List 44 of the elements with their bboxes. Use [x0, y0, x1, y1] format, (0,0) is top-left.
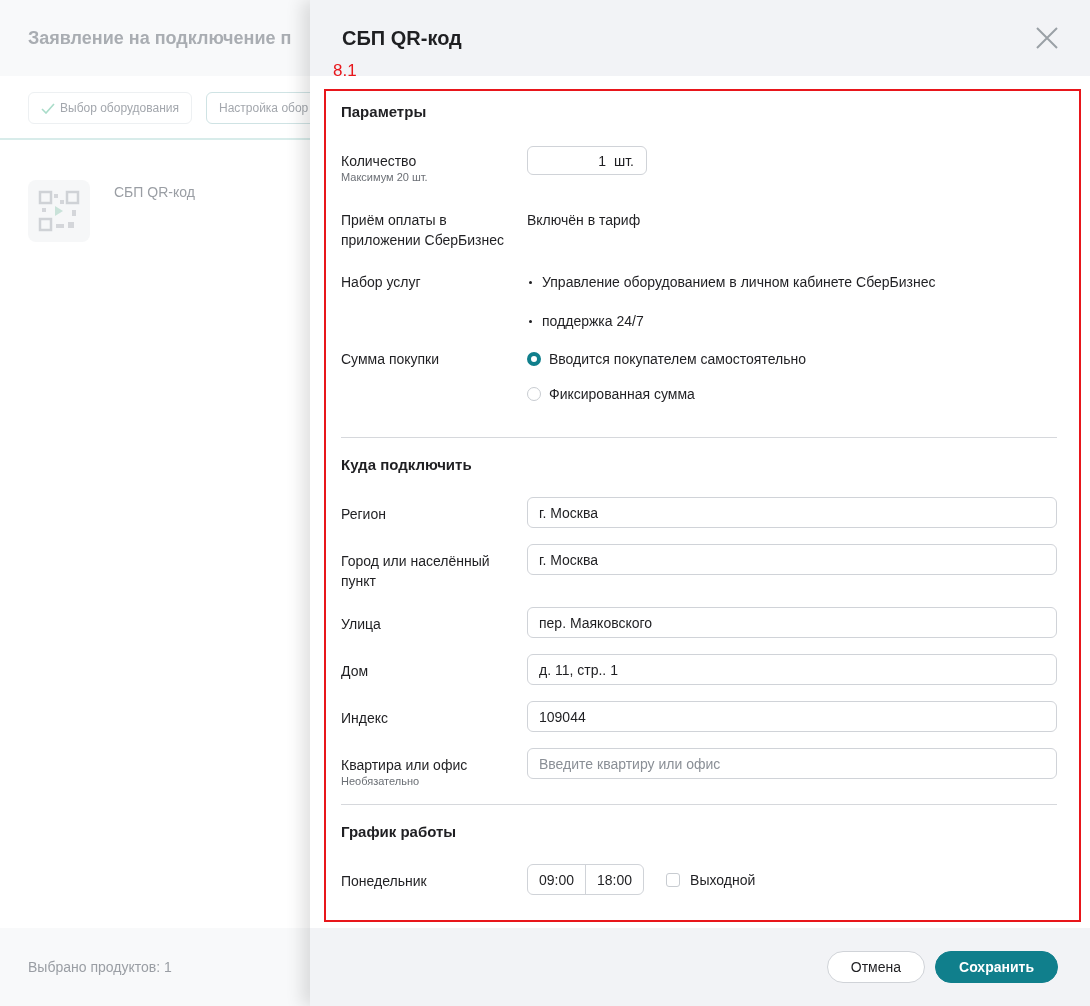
field-label: Регион — [341, 505, 387, 524]
field-label: Город или населённый пункт — [341, 552, 491, 591]
selected-count: Выбрано продуктов: 1 — [28, 959, 172, 975]
qr-code-icon — [28, 180, 90, 242]
service-item: Управление оборудованием в личном кабинете СберБизнес — [542, 274, 936, 290]
section-title: Параметры — [341, 103, 428, 120]
field-label: Сумма покупки — [341, 350, 441, 369]
close-icon[interactable] — [1036, 27, 1058, 49]
input-field[interactable]: д. 11, стр.. 1 — [527, 654, 1057, 685]
input-field[interactable]: г. Москва — [527, 544, 1057, 575]
page-title: Заявление на подключение п — [28, 27, 292, 49]
field-label: Понедельник — [341, 872, 428, 891]
annotation-label: 8.1 — [333, 61, 357, 81]
service-item: поддержка 24/7 — [542, 313, 644, 329]
save-button[interactable]: Сохранить — [935, 951, 1058, 983]
field-value: Включён в тариф — [527, 212, 641, 228]
field-label: Улица — [341, 615, 382, 634]
input-field[interactable]: г. Москва — [527, 497, 1057, 528]
drawer-title: СБП QR-код — [342, 26, 462, 50]
checkbox-label: Выходной — [690, 871, 756, 888]
bullet-icon — [529, 319, 532, 323]
radio-label: Фиксированная сумма — [549, 386, 695, 402]
field-label: Индекс — [341, 709, 390, 728]
field-hint: Максимум 20 шт. — [341, 171, 429, 184]
radio-button[interactable] — [527, 352, 541, 366]
field-label: Квартира или офис — [341, 756, 469, 775]
time-range-field[interactable]: 09:00 18:00 — [527, 864, 645, 895]
radio-label: Вводится покупателем самостоятельно — [549, 351, 806, 367]
bullet-icon — [529, 280, 532, 284]
input-field[interactable]: пер. Маяковского — [527, 607, 1057, 638]
field-label: Дом — [341, 662, 370, 681]
field-label: Приём оплаты в приложении СберБизнес — [341, 211, 506, 250]
checkbox[interactable] — [666, 872, 681, 887]
check-icon — [41, 102, 55, 114]
input-field[interactable]: 109044 — [527, 701, 1057, 732]
input-field[interactable]: Введите квартиру или офис — [527, 748, 1057, 779]
field-label: Количество — [341, 152, 418, 171]
section-title: Куда подключить — [341, 456, 473, 473]
cancel-button[interactable]: Отмена — [826, 951, 926, 983]
product-name: СБП QR-код — [114, 184, 195, 202]
section-title: График работы — [341, 823, 458, 840]
quantity-field[interactable]: 1 шт. — [527, 146, 647, 175]
field-hint: Необязательно — [341, 775, 421, 788]
field-label: Набор услуг — [341, 273, 422, 292]
